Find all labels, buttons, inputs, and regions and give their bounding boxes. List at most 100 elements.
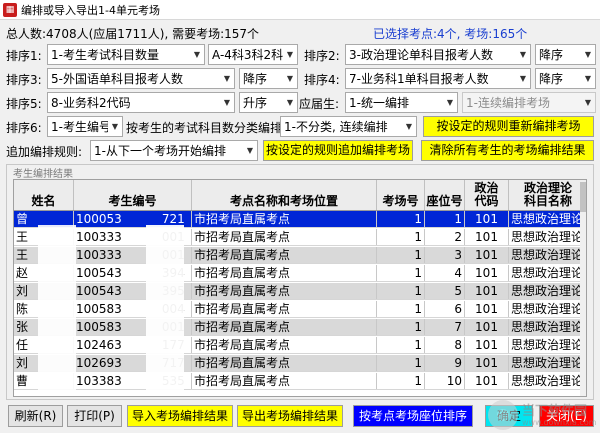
sort5-order-select[interactable]: 升序 ▼	[239, 92, 298, 113]
chevron-down-icon: ▼	[584, 74, 592, 83]
table-cell-code: 101	[465, 265, 509, 281]
table-cell-name: 张	[14, 319, 74, 335]
sort5-field-select[interactable]: 8-业务科2代码 ▼	[47, 92, 235, 113]
table-cell-id: 100543 395	[74, 283, 192, 299]
table-cell-room: 1	[377, 265, 425, 281]
header-name[interactable]: 姓名	[14, 180, 74, 210]
chevron-down-icon: ▼	[223, 98, 231, 107]
table-cell-subject: 思想政治理论	[509, 337, 586, 353]
sort2-order-select[interactable]: 降序 ▼	[535, 44, 596, 65]
table-cell-site: 市招考局直属考点	[192, 337, 377, 353]
sort4-label: 排序4:	[304, 73, 340, 87]
id-suffix: 717	[161, 356, 185, 370]
fresh-extra-value: 1-连续编排考场	[466, 96, 550, 110]
table-row[interactable]: 刘 100543 395 市招考局直属考点 1 5 101 思想政治理论	[14, 283, 586, 300]
append-rooms-button[interactable]: 按设定的规则追加编排考场	[263, 140, 413, 161]
table-cell-subject: 思想政治理论	[509, 265, 586, 281]
sort5-field-value: 8-业务科2代码	[51, 96, 131, 110]
sort2-order-value: 降序	[539, 48, 564, 62]
id-suffix: 395	[161, 284, 185, 298]
table-cell-subject: 思想政治理论	[509, 229, 586, 245]
id-prefix: 100583	[76, 302, 122, 316]
close-button[interactable]: 关闭(E)	[539, 405, 594, 427]
table-row[interactable]: 王 100333 001 市招考局直属考点 1 2 101 思想政治理论	[14, 229, 586, 246]
header-seat[interactable]: 座位号	[425, 180, 465, 210]
table-cell-room: 1	[377, 283, 425, 299]
fresh-label: 应届生:	[299, 97, 340, 111]
sort1-field-select[interactable]: 1-考生考试科目数量 ▼	[47, 44, 205, 65]
sort4-field-select[interactable]: 7-业务科1单科目报考人数 ▼	[345, 68, 531, 89]
table-cell-name: 刘	[14, 355, 74, 371]
table-cell-id: 102463 177	[74, 337, 192, 353]
scrollbar-thumb[interactable]	[580, 182, 586, 212]
table-row[interactable]: 王 100333 001 市招考局直属考点 1 3 101 思想政治理论	[14, 247, 586, 264]
ok-button[interactable]: 确定	[485, 405, 533, 427]
table-cell-seat: 7	[425, 319, 465, 335]
id-prefix: 100333	[76, 230, 122, 244]
id-suffix: 721	[161, 212, 185, 226]
sort6-field-select[interactable]: 1-考生编号 ▼	[47, 116, 123, 137]
classify-value: 1-不分类, 连续编排	[284, 120, 388, 134]
table-cell-name: 陈	[14, 301, 74, 317]
header-politics-code[interactable]: 政治 代码	[465, 180, 509, 210]
clear-results-button[interactable]: 清除所有考生的考场编排结果	[421, 140, 594, 161]
refresh-button[interactable]: 刷新(R)	[8, 405, 63, 427]
fresh-extra-select: 1-连续编排考场 ▼	[462, 92, 596, 113]
classify-select[interactable]: 1-不分类, 连续编排 ▼	[280, 116, 417, 137]
results-panel: 考生编排结果 姓名 考生编号 考点名称和考场位置 考场号 座位号 政治 代码 政…	[6, 164, 594, 400]
table-cell-subject: 思想政治理论	[509, 319, 586, 335]
table-cell-subject: 思想政治理论	[509, 247, 586, 263]
print-button[interactable]: 打印(P)	[67, 405, 122, 427]
header-room[interactable]: 考场号	[377, 180, 425, 210]
chevron-down-icon: ▼	[246, 146, 254, 155]
table-cell-room: 1	[377, 337, 425, 353]
table-cell-seat: 9	[425, 355, 465, 371]
table-cell-subject: 思想政治理论	[509, 301, 586, 317]
append-rule-select[interactable]: 1-从下一个考场开始编排 ▼	[90, 140, 258, 161]
table-cell-code: 101	[465, 211, 509, 227]
vertical-scrollbar[interactable]	[580, 180, 586, 396]
sort2-field-value: 3-政治理论单科目报考人数	[349, 48, 493, 62]
fresh-mode-select[interactable]: 1-统一编排 ▼	[345, 92, 458, 113]
sort6-label: 排序6:	[6, 121, 42, 135]
sort2-field-select[interactable]: 3-政治理论单科目报考人数 ▼	[345, 44, 531, 65]
table-row[interactable]: 赵 100543 394 市招考局直属考点 1 4 101 思想政治理论	[14, 265, 586, 282]
sort3-order-select[interactable]: 降序 ▼	[239, 68, 298, 89]
table-cell-seat: 4	[425, 265, 465, 281]
table-row[interactable]: 曾 100053 721 市招考局直属考点 1 1 101 思想政治理论	[14, 211, 586, 228]
id-suffix: 535	[161, 374, 185, 388]
table-cell-site: 市招考局直属考点	[192, 373, 377, 389]
table-cell-seat: 5	[425, 283, 465, 299]
sort-row-2: 排序3: 5-外国语单科目报考人数 ▼ 降序 ▼ 排序4: 7-业务科1单科目报考人…	[0, 67, 600, 89]
id-prefix: 100333	[76, 248, 122, 262]
sort3-field-select[interactable]: 5-外国语单科目报考人数 ▼	[47, 68, 235, 89]
rebuild-rooms-button[interactable]: 按设定的规则重新编排考场	[423, 116, 594, 137]
table-row[interactable]: 刘 102693 717 市招考局直属考点 1 9 101 思想政治理论	[14, 355, 586, 372]
table-row[interactable]: 陈 100583 004 市招考局直属考点 1 6 101 思想政治理论	[14, 301, 586, 318]
table-cell-code: 101	[465, 283, 509, 299]
chevron-down-icon: ▼	[286, 98, 294, 107]
chevron-down-icon: ▼	[405, 122, 413, 131]
header-site[interactable]: 考点名称和考场位置	[192, 180, 377, 210]
table-cell-seat: 6	[425, 301, 465, 317]
table-cell-id: 100583 004	[74, 301, 192, 317]
table-cell-code: 101	[465, 229, 509, 245]
table-row[interactable]: 曹 103383 535 市招考局直属考点 1 10 101 思想政治理论	[14, 373, 586, 390]
table-row[interactable]: 任 102463 177 市招考局直属考点 1 8 101 思想政治理论	[14, 337, 586, 354]
table-cell-name: 曹	[14, 373, 74, 389]
table-row[interactable]: 张 100583 001 市招考局直属考点 1 7 101 思想政治理论	[14, 319, 586, 336]
sort4-order-select[interactable]: 降序 ▼	[535, 68, 596, 89]
sort3-label: 排序3:	[6, 73, 42, 87]
append-rule-value: 1-从下一个考场开始编排	[94, 144, 226, 158]
header-id[interactable]: 考生编号	[74, 180, 192, 210]
header-politics-subject[interactable]: 政治理论 科目名称	[509, 180, 586, 210]
import-results-button[interactable]: 导入考场编排结果	[127, 405, 233, 427]
sort1-order-select[interactable]: A-4科3科2科 ▼	[208, 44, 298, 65]
table-cell-id: 103383 535	[74, 373, 192, 389]
sort3-order-value: 降序	[243, 72, 268, 86]
chevron-down-icon: ▼	[584, 98, 592, 107]
seat-sort-button[interactable]: 按考点考场座位排序	[353, 405, 473, 427]
results-grid[interactable]: 姓名 考生编号 考点名称和考场位置 考场号 座位号 政治 代码 政治理论 科目名…	[13, 179, 587, 397]
export-results-button[interactable]: 导出考场编排结果	[237, 405, 343, 427]
table-cell-code: 101	[465, 301, 509, 317]
